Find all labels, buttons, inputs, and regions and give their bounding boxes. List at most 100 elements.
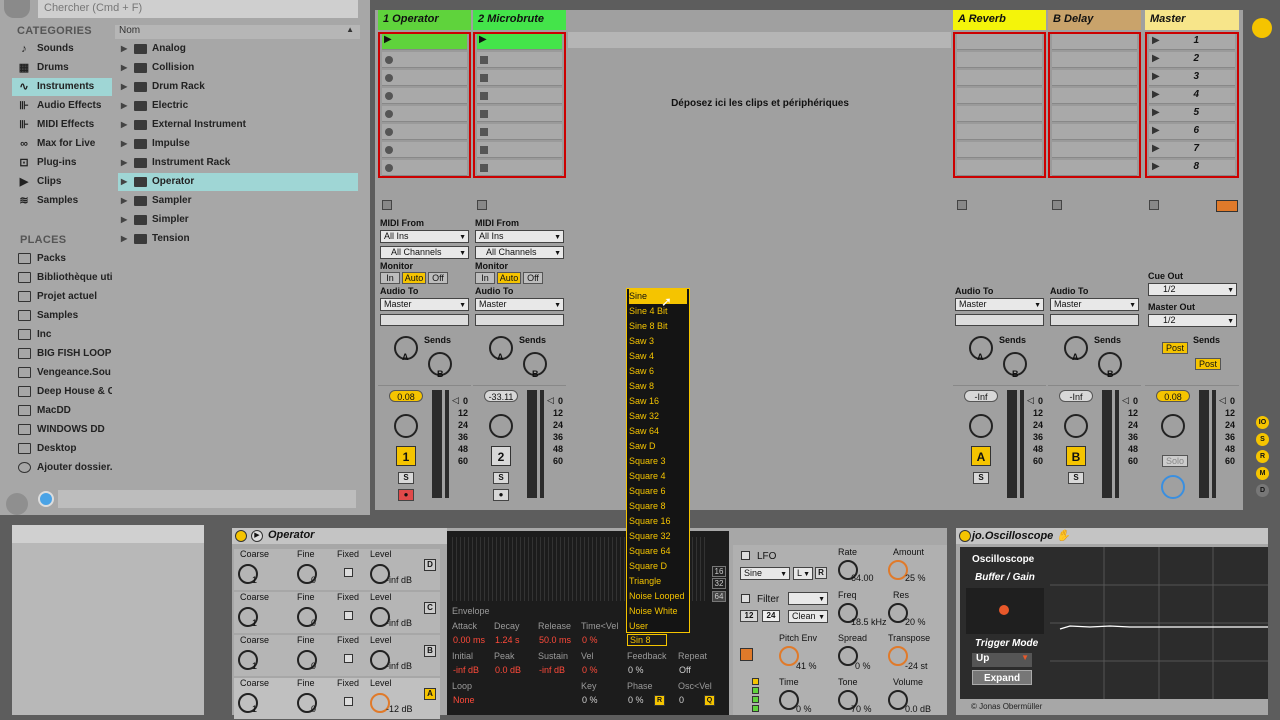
monitor-off-button[interactable]: Off: [523, 272, 543, 284]
expand-triangle-icon[interactable]: ▶: [121, 97, 127, 115]
level-value[interactable]: -inf dB: [386, 618, 412, 628]
lfo-retrigger-button[interactable]: R: [815, 567, 827, 579]
browser-item-electric[interactable]: ▶ Electric: [118, 97, 358, 115]
clip-slot[interactable]: [1052, 106, 1137, 122]
fixed-checkbox[interactable]: [344, 568, 353, 577]
browser-item-impulse[interactable]: ▶ Impulse: [118, 135, 358, 153]
monitor-in-button[interactable]: In: [475, 272, 495, 284]
level-value[interactable]: -12 dB: [386, 704, 413, 714]
level-value[interactable]: -inf dB: [386, 575, 412, 585]
env-phase-value[interactable]: 0 %: [628, 695, 644, 705]
pitch-env-value[interactable]: 41 %: [796, 661, 817, 671]
volume-value[interactable]: -Inf: [1059, 390, 1093, 402]
expand-triangle-icon[interactable]: ▶: [121, 135, 127, 153]
coarse-value[interactable]: 1: [252, 704, 257, 714]
clip-slot[interactable]: ▶: [477, 34, 562, 50]
clip-slot[interactable]: ▶ 3: [1149, 70, 1235, 86]
clip-slot[interactable]: ▶ 8: [1149, 160, 1235, 176]
expand-triangle-icon[interactable]: ▶: [121, 154, 127, 172]
place-item[interactable]: Deep House & C: [12, 382, 112, 401]
expand-triangle-icon[interactable]: ▶: [121, 230, 127, 248]
place-item[interactable]: Inc: [12, 325, 112, 344]
clip-record-icon[interactable]: [385, 110, 393, 118]
transpose-value[interactable]: -24 st: [905, 661, 928, 671]
midi-from-select[interactable]: All Ins: [475, 230, 564, 243]
expand-triangle-icon[interactable]: ▶: [121, 116, 127, 134]
env-feedback-value[interactable]: 0 %: [628, 665, 644, 675]
clip-slot[interactable]: [477, 142, 562, 158]
track-header-4[interactable]: B Delay: [1048, 10, 1141, 30]
device-play-icon[interactable]: ▶: [251, 530, 263, 542]
expand-button[interactable]: Expand: [972, 670, 1032, 685]
pan-knob[interactable]: [489, 414, 513, 438]
place-item[interactable]: WINDOWS DD: [12, 420, 112, 439]
waveform-option[interactable]: Square 32: [629, 529, 687, 544]
audio-to-sub-select[interactable]: [380, 314, 469, 326]
fixed-checkbox[interactable]: [344, 611, 353, 620]
audio-to-sub-select[interactable]: [1050, 314, 1139, 326]
cue-out-select[interactable]: 1/2: [1148, 283, 1237, 296]
clip-slot[interactable]: ▶ 6: [1149, 124, 1235, 140]
env-initial-value[interactable]: -inf dB: [453, 665, 479, 675]
coarse-value[interactable]: 1: [252, 575, 257, 585]
clip-record-icon[interactable]: [480, 110, 488, 118]
clip-record-icon[interactable]: [385, 92, 393, 100]
oscillator-select-c[interactable]: C: [424, 602, 436, 614]
scene-launch-icon[interactable]: ▶: [1152, 35, 1160, 46]
name-column-header[interactable]: Nom ▲: [115, 25, 360, 39]
track-header-2[interactable]: 2 Microbrute: [473, 10, 566, 30]
audio-to-sub-select[interactable]: [475, 314, 564, 326]
waveform-option[interactable]: Saw D: [629, 439, 687, 454]
browser-item-external-instrument[interactable]: ▶ External Instrument: [118, 116, 358, 134]
coarse-value[interactable]: 1: [252, 618, 257, 628]
env-attack-value[interactable]: 0.00 ms: [453, 635, 485, 645]
filter-12-button[interactable]: 12: [740, 610, 758, 622]
waveform-menu[interactable]: Sine Sine 4 Bit Sine 8 Bit Saw 3 Saw 4 Saw 6S…: [626, 288, 690, 633]
clip-slot[interactable]: ▶ 1: [1149, 34, 1235, 50]
master-out-select[interactable]: 1/2: [1148, 314, 1237, 327]
filter-type-select[interactable]: [788, 592, 828, 605]
lfo-mode-select[interactable]: L: [793, 567, 813, 580]
clip-slot[interactable]: [957, 70, 1042, 86]
env-vel-value[interactable]: 0 %: [582, 665, 598, 675]
category-sounds[interactable]: ♪ Sounds: [12, 40, 112, 58]
envelope-range-64[interactable]: 64: [712, 591, 726, 602]
clip-slot[interactable]: ▶ 7: [1149, 142, 1235, 158]
fine-value[interactable]: 0: [311, 704, 316, 714]
pan-knob[interactable]: [969, 414, 993, 438]
waveform-option[interactable]: Square 8: [629, 499, 687, 514]
place-item[interactable]: MacDD: [12, 401, 112, 420]
arm-button[interactable]: ●: [493, 489, 509, 501]
coarse-value[interactable]: 1: [252, 661, 257, 671]
clip-play-icon[interactable]: ▶: [384, 34, 392, 45]
cue-volume-knob[interactable]: [1161, 475, 1185, 499]
waveform-option[interactable]: Saw 8: [629, 379, 687, 394]
buffer-gain-dot[interactable]: [999, 605, 1009, 615]
tone-value[interactable]: 70 %: [851, 704, 872, 714]
clip-slot[interactable]: [957, 142, 1042, 158]
waveform-option[interactable]: Saw 16: [629, 394, 687, 409]
pan-knob[interactable]: [1161, 414, 1185, 438]
clip-slot[interactable]: [477, 124, 562, 140]
env-oscvel-value[interactable]: 0: [679, 695, 684, 705]
expand-triangle-icon[interactable]: ▶: [121, 192, 127, 210]
env-decay-value[interactable]: 1.24 s: [495, 635, 520, 645]
scene-launch-icon[interactable]: ▶: [1152, 161, 1160, 172]
waveform-option[interactable]: Square 6: [629, 484, 687, 499]
solo-button[interactable]: S: [973, 472, 989, 484]
solo-button[interactable]: S: [1068, 472, 1084, 484]
waveform-option[interactable]: Saw 6: [629, 364, 687, 379]
waveform-option[interactable]: Triangle: [629, 574, 687, 589]
fine-value[interactable]: 0: [311, 661, 316, 671]
place-item[interactable]: Vengeance.Sou: [12, 363, 112, 382]
track-header-3[interactable]: A Reverb: [953, 10, 1046, 30]
clip-slot[interactable]: ▶ 2: [1149, 52, 1235, 68]
track-activator[interactable]: 2: [491, 446, 511, 466]
oscillator-select-d[interactable]: D: [424, 559, 436, 571]
browser-item-operator[interactable]: ▶ Operator: [118, 173, 358, 191]
trigger-mode-select[interactable]: Up ▼: [972, 653, 1032, 667]
category-midi-effects[interactable]: ⊪ MIDI Effects: [12, 116, 112, 134]
lfo-wave-select[interactable]: Sine: [740, 567, 790, 580]
monitor-in-button[interactable]: In: [380, 272, 400, 284]
place-item[interactable]: Ajouter dossier...: [12, 458, 112, 477]
